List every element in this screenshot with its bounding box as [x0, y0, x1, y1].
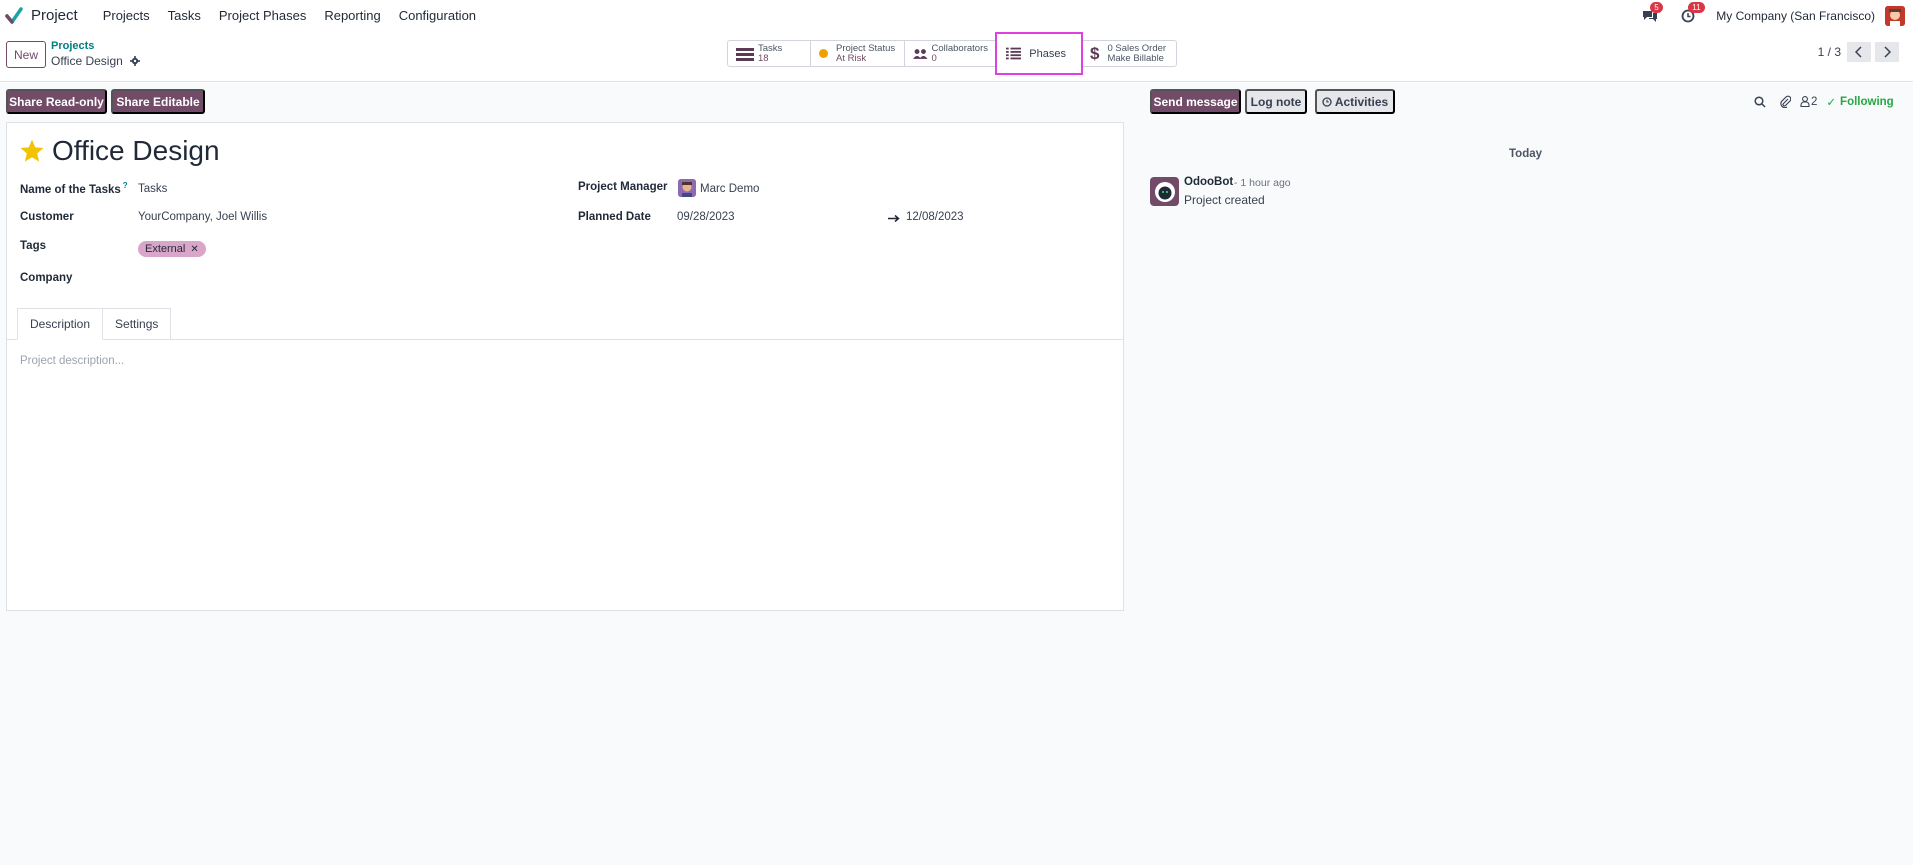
user-avatar[interactable]	[1885, 5, 1905, 26]
user-face-icon	[1885, 5, 1905, 26]
messages-badge: 5	[1650, 1, 1663, 13]
list-icon	[1006, 47, 1022, 60]
tasks-icon	[736, 47, 754, 61]
activities-badge: 11	[1688, 1, 1705, 13]
project-status-smart-button[interactable]: Project Status At Risk	[811, 40, 905, 67]
user-face-icon	[678, 179, 696, 197]
tags-label: Tags	[20, 240, 46, 252]
phases-label: Phases	[1029, 47, 1066, 60]
menu-configuration[interactable]: Configuration	[390, 8, 485, 23]
users-icon	[913, 48, 928, 59]
pager-next-button[interactable]	[1875, 42, 1899, 62]
gear-icon[interactable]	[129, 56, 140, 66]
breadcrumb: Office Design	[51, 54, 140, 68]
tasks-smart-button[interactable]: Tasks 18	[727, 40, 811, 67]
log-note-button[interactable]: Log note	[1245, 89, 1307, 114]
brand[interactable]: Project	[5, 6, 78, 25]
clock-icon	[1322, 96, 1332, 107]
pager-previous-button[interactable]	[1847, 42, 1871, 62]
pager-value[interactable]: 1 / 3	[1818, 45, 1841, 59]
control-panel: New Projects Office Design Tasks 18 Proj…	[0, 31, 1913, 82]
share-editable-button[interactable]: Share Editable	[111, 89, 205, 114]
sales-order-value: Make Billable	[1107, 52, 1164, 64]
message-author[interactable]: OdooBot	[1184, 176, 1233, 188]
followers-count[interactable]: 2	[1811, 96, 1817, 108]
menu-reporting[interactable]: Reporting	[315, 8, 389, 23]
breadcrumb-current: Office Design	[51, 54, 123, 68]
arrow-right-icon	[888, 214, 900, 223]
status-dot-icon	[819, 49, 828, 58]
customer-label: Customer	[20, 211, 74, 223]
planned-date-start-field[interactable]: 09/28/2023	[677, 211, 735, 223]
smart-buttons: Tasks 18 Project Status At Risk Collabor…	[727, 32, 1177, 75]
chevron-right-icon	[1884, 46, 1891, 58]
app-name[interactable]: Project	[31, 7, 78, 24]
description-editor[interactable]: Project description...	[20, 355, 124, 367]
tag-label: External	[145, 243, 186, 255]
form-sheet: Office Design Name of the Tasks? Tasks C…	[6, 122, 1124, 611]
new-button[interactable]: New	[6, 41, 46, 68]
collaborators-smart-button[interactable]: Collaborators 0	[905, 40, 997, 67]
paperclip-icon[interactable]	[1779, 95, 1791, 108]
avatar	[678, 179, 696, 197]
message-body: Project created	[1184, 193, 1265, 207]
systray: 5 11 My Company (San Francisco)	[1640, 0, 1905, 31]
messages-button[interactable]: 5	[1640, 1, 1663, 26]
status-title: Project Status	[836, 42, 896, 54]
menu-project-phases[interactable]: Project Phases	[210, 8, 315, 23]
activities-button[interactable]: 11	[1678, 1, 1705, 26]
share-readonly-button[interactable]: Share Read-only	[6, 89, 107, 114]
planned-date-end-field[interactable]: 12/08/2023	[906, 211, 964, 223]
project-manager-label: Project Manager	[578, 181, 668, 193]
close-icon[interactable]: ✕	[190, 244, 198, 255]
project-app-icon	[5, 6, 23, 24]
activities-label: Activities	[1334, 94, 1389, 109]
check-icon: ✓	[1826, 96, 1837, 109]
sales-order-title: 0 Sales Order	[1107, 42, 1167, 54]
tasks-count: 18	[758, 52, 769, 64]
project-manager-field[interactable]: Marc Demo	[700, 183, 759, 195]
title-row: Office Design	[19, 135, 220, 167]
dollar-icon: $	[1090, 43, 1100, 63]
following-button[interactable]: Following	[1840, 96, 1894, 108]
collaborators-title: Collaborators	[931, 42, 989, 54]
odoobot-avatar[interactable]	[1150, 177, 1179, 206]
message-time: - 1 hour ago	[1234, 177, 1291, 189]
user-icon[interactable]	[1800, 96, 1810, 107]
chevron-left-icon	[1855, 46, 1862, 58]
menu-projects[interactable]: Projects	[94, 8, 159, 23]
menu-tasks[interactable]: Tasks	[159, 8, 210, 23]
project-title[interactable]: Office Design	[52, 135, 220, 167]
tab-description[interactable]: Description	[17, 308, 104, 340]
tag-external[interactable]: External ✕	[138, 241, 206, 257]
customer-field[interactable]: YourCompany, Joel Willis	[138, 211, 267, 223]
name-tasks-label: Name of the Tasks?	[20, 181, 128, 196]
chatter-topbar-right: 2 ✓ Following	[1754, 89, 1894, 114]
star-icon[interactable]	[19, 138, 45, 164]
search-icon[interactable]	[1754, 95, 1766, 108]
tabs-divider	[7, 339, 1123, 340]
collaborators-count: 0	[931, 52, 937, 64]
company-label: Company	[20, 272, 73, 284]
sales-order-smart-button[interactable]: $ 0 Sales Order Make Billable	[1081, 40, 1177, 67]
help-tooltip-icon[interactable]: ?	[123, 181, 128, 190]
send-message-button[interactable]: Send message	[1150, 89, 1241, 114]
date-separator: Today	[1509, 148, 1543, 160]
status-value: At Risk	[836, 52, 867, 64]
name-tasks-field[interactable]: Tasks	[138, 183, 167, 195]
phases-smart-button[interactable]: Phases	[995, 32, 1083, 75]
notebook-tabs: Description Settings	[17, 308, 172, 340]
tasks-title: Tasks	[758, 42, 783, 54]
tab-settings[interactable]: Settings	[103, 308, 172, 340]
odoobot-icon	[1154, 181, 1175, 202]
activities-button[interactable]: Activities	[1315, 89, 1395, 114]
top-navbar: Project Projects Tasks Project Phases Re…	[0, 0, 1913, 31]
main-menu: Projects Tasks Project Phases Reporting …	[94, 8, 485, 23]
planned-date-label: Planned Date	[578, 211, 651, 223]
breadcrumb-projects[interactable]: Projects	[51, 40, 94, 52]
company-switcher[interactable]: My Company (San Francisco)	[1716, 9, 1875, 23]
